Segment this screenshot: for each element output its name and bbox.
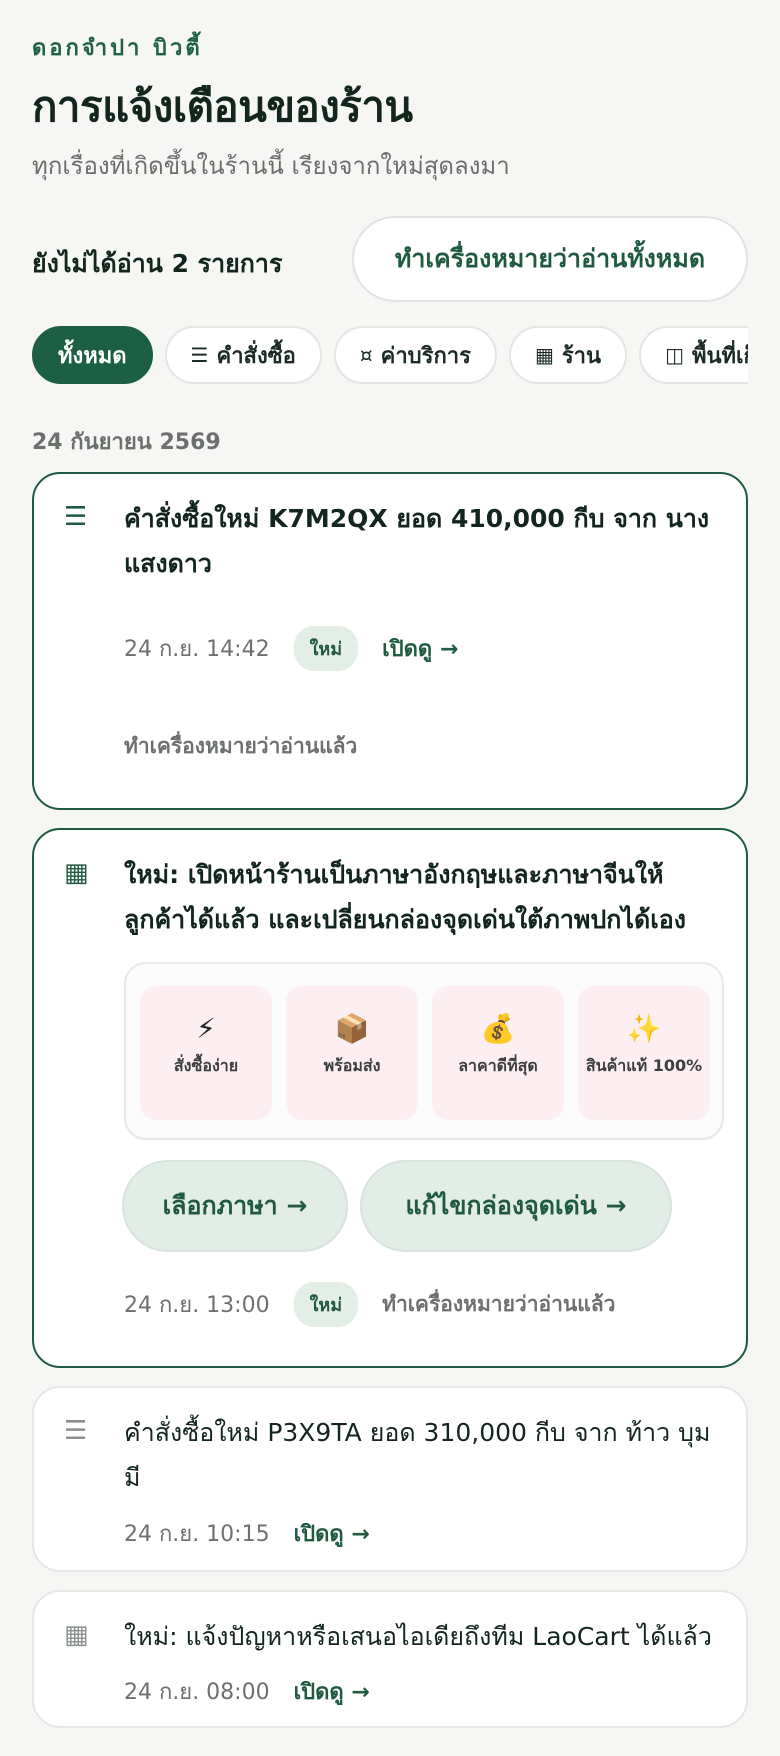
edit-highlight-box-button[interactable]: แก้ไขกล่องจุดเด่น → — [360, 1160, 672, 1252]
notification-title: คำสั่งซื้อใหม่ K7M2QX ยอด 410,000 กีบ จา… — [124, 504, 710, 578]
notification-title: คำสั่งซื้อใหม่ P3X9TA ยอด 310,000 กีบ จา… — [124, 1418, 711, 1492]
package-icon: 📦 — [334, 1012, 370, 1045]
feature-tile: ⚡ สั่งซื้อง่าย — [140, 986, 272, 1120]
filter-chip-orders[interactable]: ☰ คำสั่งซื้อ — [164, 326, 322, 384]
shop-name: ดอกจำปา บิวตี้ — [32, 36, 203, 61]
notification-time: 24 ก.ย. 14:42 — [124, 637, 270, 662]
notification-card[interactable]: ☰ คำสั่งซื้อใหม่ P3X9TA ยอด 310,000 กีบ … — [32, 1386, 748, 1572]
filter-chip-storage[interactable]: ◫ พื้นที่เก็บ — [639, 326, 748, 384]
open-link[interactable]: เปิดดู → — [382, 631, 458, 666]
notification-meta: 24 ก.ย. 14:42 ใหม่ เปิดดู → — [124, 626, 458, 671]
feature-tile: 💰 ลาคาดีที่สุด — [432, 986, 564, 1120]
store-grid-icon: ▦ — [534, 343, 554, 367]
filter-chip-label: ทั้งหมด — [58, 343, 127, 369]
notification-card[interactable]: ▦ ใหม่: แจ้งปัญหาหรือเสนอไอเดียถึงทีม La… — [32, 1590, 748, 1728]
notification-title: ใหม่: เปิดหน้าร้านเป็นภาษาอังกฤษและภาษาจ… — [124, 860, 686, 934]
feature-preview: ⚡ สั่งซื้อง่าย 📦 พร้อมส่ง 💰 ลาคาดีที่สุด… — [124, 962, 724, 1140]
open-link[interactable]: เปิดดู → — [294, 1516, 370, 1551]
mark-read-link[interactable]: ทำเครื่องหมายว่าอ่านแล้ว — [124, 730, 357, 763]
filter-chip-label: พื้นที่เก็บ — [691, 343, 748, 369]
mark-read-link[interactable]: ทำเครื่องหมายว่าอ่านแล้ว — [382, 1288, 615, 1321]
page-title: การแจ้งเตือนของร้าน — [32, 82, 413, 131]
notification-time: 24 ก.ย. 13:00 — [124, 1293, 270, 1318]
filter-chip-label: ค่าบริการ — [380, 343, 471, 369]
feature-tile: ✨ สินค้าแท้ 100% — [578, 986, 710, 1120]
notification-time: 24 ก.ย. 08:00 — [124, 1680, 270, 1705]
notification-title: ใหม่: แจ้งปัญหาหรือเสนอไอเดียถึงทีม LaoC… — [124, 1622, 712, 1651]
list-icon: ☰ — [190, 343, 209, 367]
mark-all-read-button[interactable]: ทำเครื่องหมายว่าอ่านทั้งหมด — [352, 216, 748, 302]
list-icon: ☰ — [64, 502, 88, 532]
date-heading: 24 กันยายน 2569 — [32, 430, 221, 455]
sparkles-icon: ✨ — [626, 1012, 662, 1045]
notification-card[interactable]: ☰ คำสั่งซื้อใหม่ K7M2QX ยอด 410,000 กีบ … — [32, 472, 748, 810]
money-bag-icon: 💰 — [480, 1012, 516, 1045]
notification-card[interactable]: ▦ ใหม่: เปิดหน้าร้านเป็นภาษาอังกฤษและภาษ… — [32, 828, 748, 1368]
store-grid-icon: ▦ — [64, 858, 89, 888]
currency-icon: ¤ — [359, 343, 373, 367]
notification-meta: 24 ก.ย. 08:00 เปิดดู → — [124, 1674, 370, 1709]
store-grid-icon: ▦ — [64, 1620, 89, 1650]
choose-language-button[interactable]: เลือกภาษา → — [122, 1160, 348, 1252]
filter-chip-store[interactable]: ▦ ร้าน — [508, 326, 628, 384]
open-link[interactable]: เปิดดู → — [294, 1674, 370, 1709]
filter-chip-label: คำสั่งซื้อ — [216, 343, 296, 369]
unread-toolbar: ยังไม่ได้อ่าน 2 รายการ ทำเครื่องหมายว่าอ… — [32, 216, 748, 302]
notification-meta: 24 ก.ย. 10:15 เปิดดู → — [124, 1516, 370, 1551]
new-badge: ใหม่ — [293, 1282, 359, 1327]
filter-chip-all[interactable]: ทั้งหมด — [32, 326, 153, 384]
filter-chip-billing[interactable]: ¤ ค่าบริการ — [333, 326, 497, 384]
new-badge: ใหม่ — [293, 626, 359, 671]
filter-chip-label: ร้าน — [561, 343, 602, 369]
list-icon: ☰ — [64, 1416, 88, 1446]
notification-meta: 24 ก.ย. 13:00 ใหม่ ทำเครื่องหมายว่าอ่านแ… — [124, 1282, 615, 1327]
unread-count: ยังไม่ได้อ่าน 2 รายการ — [32, 249, 283, 278]
feature-tile: 📦 พร้อมส่ง — [286, 986, 418, 1120]
filter-chips: ทั้งหมด ☰ คำสั่งซื้อ ¤ ค่าบริการ ▦ ร้าน … — [32, 326, 748, 384]
lightning-icon: ⚡ — [196, 1012, 216, 1045]
storage-icon: ◫ — [665, 343, 684, 367]
page-subtitle: ทุกเรื่องที่เกิดขึ้นในร้านนี้ เรียงจากให… — [32, 152, 510, 180]
notification-time: 24 ก.ย. 10:15 — [124, 1522, 270, 1547]
